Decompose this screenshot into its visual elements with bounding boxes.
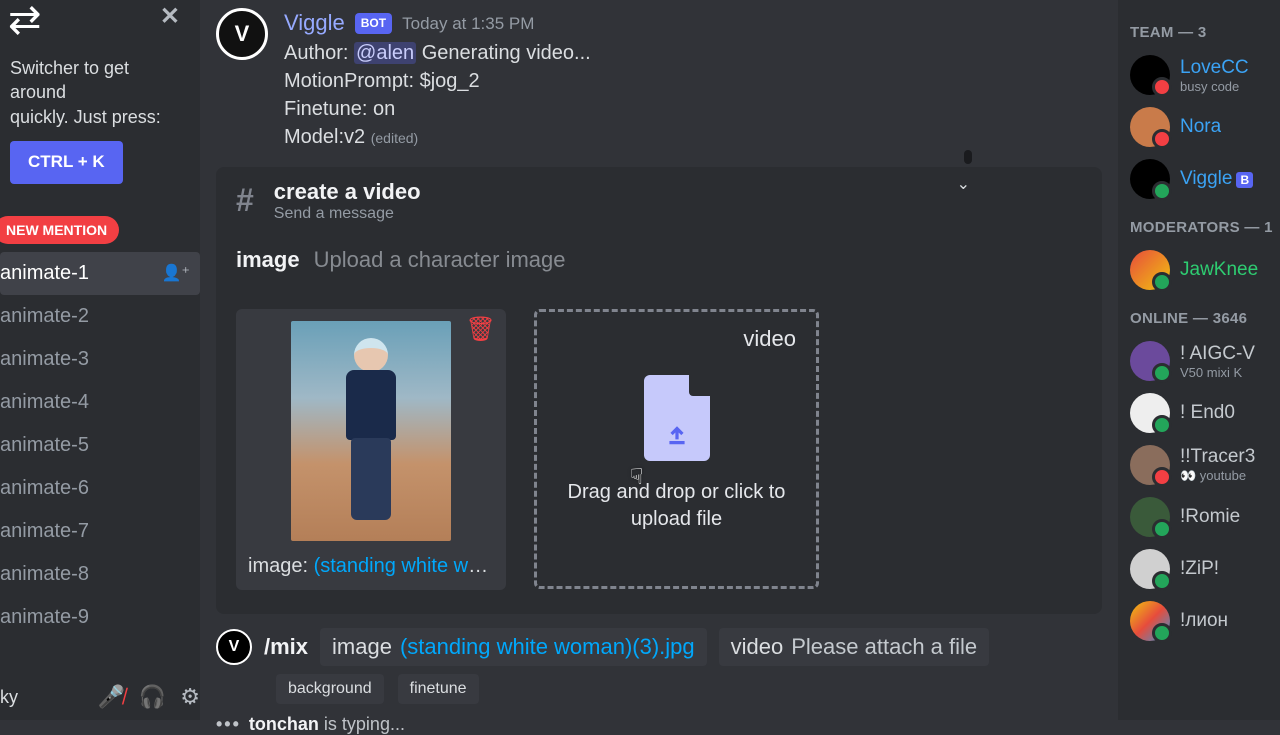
hash-icon: # — [236, 182, 254, 219]
avatar — [1130, 159, 1170, 199]
member-aigc[interactable]: ! AIGC-V V50 mixi K — [1130, 335, 1280, 387]
param-image[interactable]: image (standing white woman)(3).jpg — [320, 628, 707, 666]
thumbnail-image — [291, 321, 451, 541]
command-avatar: V — [216, 629, 252, 665]
member-lion[interactable]: !лион — [1130, 595, 1280, 647]
typing-dots-icon: ••• — [216, 714, 241, 735]
channel-animate-8[interactable]: animate-8 — [0, 553, 200, 596]
member-jawknee[interactable]: JawKnee — [1130, 244, 1280, 296]
channel-animate-1[interactable]: animate-1 👤⁺ — [0, 252, 200, 295]
extra-channel[interactable]: ky — [0, 687, 18, 708]
member-end0[interactable]: ! End0 — [1130, 387, 1280, 439]
dropzone-text: Drag and drop or click to upload file — [557, 479, 796, 533]
scrollbar-thumb[interactable] — [964, 150, 972, 164]
group-mods: MODERATORS — 1 — [1130, 219, 1280, 236]
command-input[interactable]: V /mix image (standing white woman)(3).j… — [216, 628, 1102, 666]
hint-line1: Switcher to get around — [10, 58, 129, 102]
add-user-icon[interactable]: 👤⁺ — [162, 263, 190, 283]
member-viggle[interactable]: ViggleB — [1130, 153, 1280, 205]
new-mention-badge[interactable]: NEW MENTION — [0, 216, 119, 244]
member-romie[interactable]: !Romie — [1130, 491, 1280, 543]
upload-area: 🗑 image: (standing white wom… video Drag… — [216, 285, 1102, 614]
headphones-icon[interactable]: 🎧 — [139, 684, 166, 710]
avatar — [1130, 107, 1170, 147]
channel-animate-3[interactable]: animate-3 — [0, 338, 200, 381]
command-name: /mix — [264, 634, 308, 660]
param-label: image — [236, 247, 300, 273]
msg-line1: Author: @alen Generating video... — [284, 39, 1102, 67]
command-extras: background finetune — [276, 674, 1102, 704]
video-dropzone[interactable]: video Drag and drop or click to upload f… — [534, 309, 819, 589]
channel-animate-5[interactable]: animate-5 — [0, 424, 200, 467]
sidebar-footer: ky 🎤̸ 🎧 ⚙ — [0, 674, 200, 720]
main-area: V Viggle BOT Today at 1:35 PM Author: @a… — [200, 0, 1118, 720]
typing-indicator: ••• tonchan is typing... — [216, 714, 1102, 735]
channel-animate-6[interactable]: animate-6 — [0, 467, 200, 510]
thread-subtitle: Send a message — [274, 205, 421, 223]
mic-muted-icon[interactable]: 🎤̸ — [97, 684, 124, 710]
channel-animate-7[interactable]: animate-7 — [0, 510, 200, 553]
thumbnail-caption: image: (standing white wom… — [248, 555, 494, 578]
avatar — [1130, 55, 1170, 95]
msg-line4: Model:v2 (edited) — [284, 123, 1102, 151]
close-icon[interactable]: ✕ — [160, 2, 180, 31]
channel-animate-2[interactable]: animate-2 — [0, 295, 200, 338]
image-thumbnail[interactable]: 🗑 image: (standing white wom… — [236, 309, 506, 590]
member-lovecc[interactable]: LoveCC busy code — [1130, 49, 1280, 101]
param-hint: Upload a character image — [314, 247, 566, 273]
settings-icon[interactable]: ⚙ — [180, 684, 200, 710]
member-nora[interactable]: Nora — [1130, 101, 1280, 153]
members-panel: TEAM — 3 LoveCC busy code Nora ViggleB M… — [1118, 0, 1280, 720]
mention[interactable]: @alen — [354, 42, 416, 64]
channel-sidebar: ✕ ⇄ Switcher to get around quickly. Just… — [0, 0, 200, 720]
msg-line3: Finetune: on — [284, 95, 1102, 123]
channel-label: animate-1 — [0, 262, 89, 285]
sender-name[interactable]: Viggle — [284, 8, 345, 39]
avatar — [1130, 250, 1170, 290]
dropzone-label: video — [743, 326, 796, 352]
group-online: ONLINE — 3646 — [1130, 310, 1280, 327]
bot-tag: BOT — [355, 13, 392, 34]
avatar — [1130, 549, 1170, 589]
channel-animate-4[interactable]: animate-4 — [0, 381, 200, 424]
avatar — [1130, 341, 1170, 381]
hint-line2: quickly. Just press: — [10, 107, 161, 127]
kbd-shortcut[interactable]: CTRL + K — [10, 141, 123, 184]
param-background[interactable]: background — [276, 674, 384, 704]
msg-line2: MotionPrompt: $jog_2 — [284, 67, 1102, 95]
upload-file-icon — [644, 375, 710, 461]
timestamp: Today at 1:35 PM — [402, 12, 534, 36]
switcher-hint: Switcher to get around quickly. Just pre… — [0, 44, 200, 204]
param-finetune[interactable]: finetune — [398, 674, 479, 704]
bot-avatar[interactable]: V — [216, 8, 268, 60]
delete-icon[interactable]: 🗑 — [466, 315, 496, 344]
channel-list: animate-1 👤⁺ animate-2 animate-3 animate… — [0, 252, 200, 674]
edited-label: (edited) — [371, 130, 418, 146]
bot-message: V Viggle BOT Today at 1:35 PM Author: @a… — [200, 0, 1118, 157]
param-row: image Upload a character image — [216, 235, 1102, 285]
member-zip[interactable]: !ZiP! — [1130, 543, 1280, 595]
avatar — [1130, 497, 1170, 537]
avatar — [1130, 445, 1170, 485]
chevron-down-icon[interactable]: ⌄ — [957, 174, 970, 194]
group-team: TEAM — 3 — [1130, 24, 1280, 41]
thread-title: create a video — [274, 179, 421, 205]
avatar — [1130, 393, 1170, 433]
member-tracer[interactable]: !!Tracer3 👀 youtube — [1130, 439, 1280, 491]
channel-animate-9[interactable]: animate-9 — [0, 596, 200, 639]
param-video[interactable]: video Please attach a file — [719, 628, 990, 666]
avatar — [1130, 601, 1170, 641]
